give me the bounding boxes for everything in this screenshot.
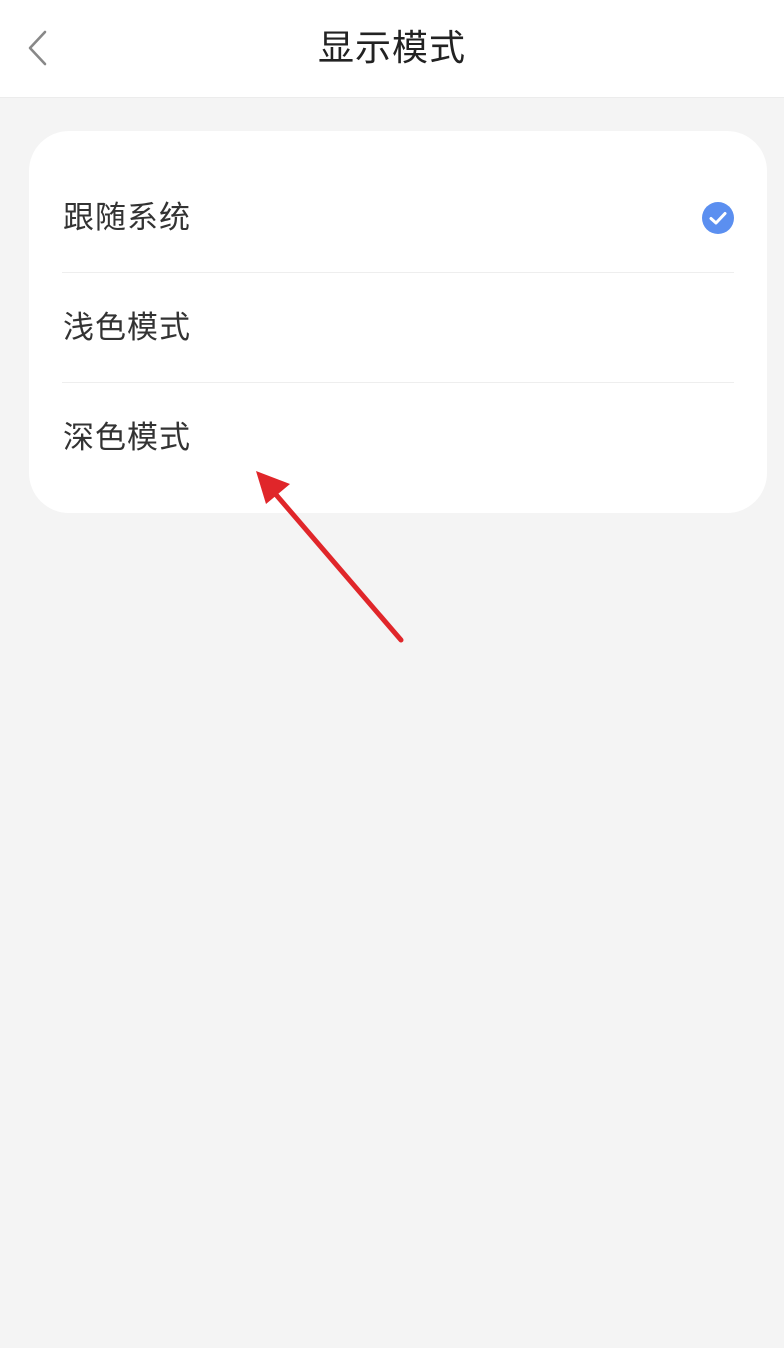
check-circle-icon [702,202,734,234]
chevron-left-icon [28,30,47,66]
display-mode-options-card: 跟随系统 浅色模式 深色模式 [29,131,767,513]
option-follow-system[interactable]: 跟随系统 [29,163,767,273]
back-button[interactable] [14,20,62,76]
option-label: 深色模式 [63,420,191,456]
page-title: 显示模式 [317,28,466,69]
option-dark-mode[interactable]: 深色模式 [29,383,767,493]
top-navigation-bar: 显示模式 [0,0,784,98]
option-light-mode[interactable]: 浅色模式 [29,273,767,383]
option-label: 跟随系统 [63,200,191,236]
option-label: 浅色模式 [63,310,191,346]
